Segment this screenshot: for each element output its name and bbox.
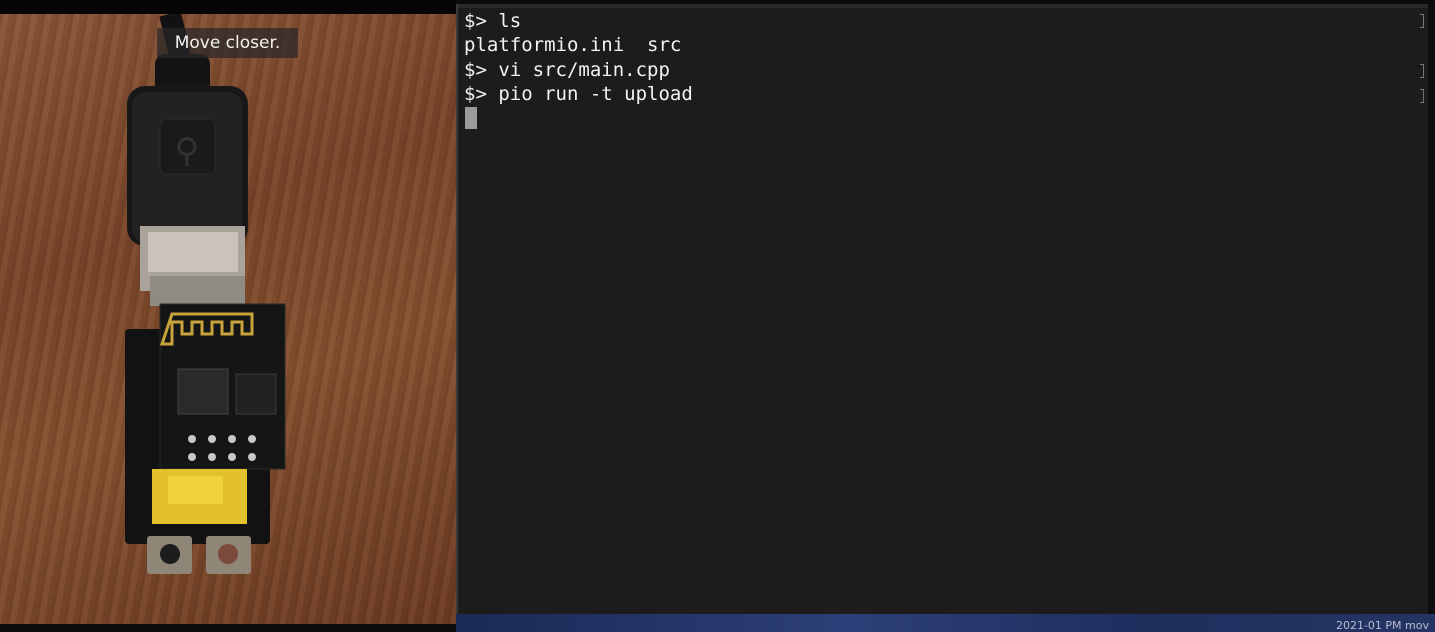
svg-text:⚲: ⚲	[175, 131, 200, 171]
terminal-titlebar	[458, 4, 1428, 8]
desktop-background: 2021-01 PM mov	[456, 614, 1435, 632]
terminal-line: $> vi src/main.cpp	[464, 58, 670, 81]
terminal-cursor[interactable]	[465, 107, 477, 129]
terminal-line: platformio.ini src	[464, 34, 682, 57]
camera-feed: ⚲ Move closer.	[0, 14, 456, 624]
terminal-line: $> ls	[464, 10, 522, 32]
usb-adapter-photo: ⚲	[125, 14, 286, 574]
camera-top-strip	[0, 0, 456, 14]
terminal-line: $> pio run -t upload	[464, 82, 693, 105]
window-edge	[1428, 4, 1435, 614]
scroll-marker	[1420, 14, 1424, 28]
terminal-output: $> ls platformio.ini src $> vi src/main.…	[464, 9, 693, 106]
menu-clock: 2021-01 PM mov	[1335, 619, 1429, 632]
scroll-marker	[1420, 64, 1424, 78]
scroll-marker	[1420, 89, 1424, 103]
camera-hint-label: Move closer.	[157, 28, 298, 58]
terminal-window[interactable]: $> ls platformio.ini src $> vi src/main.…	[456, 4, 1428, 614]
